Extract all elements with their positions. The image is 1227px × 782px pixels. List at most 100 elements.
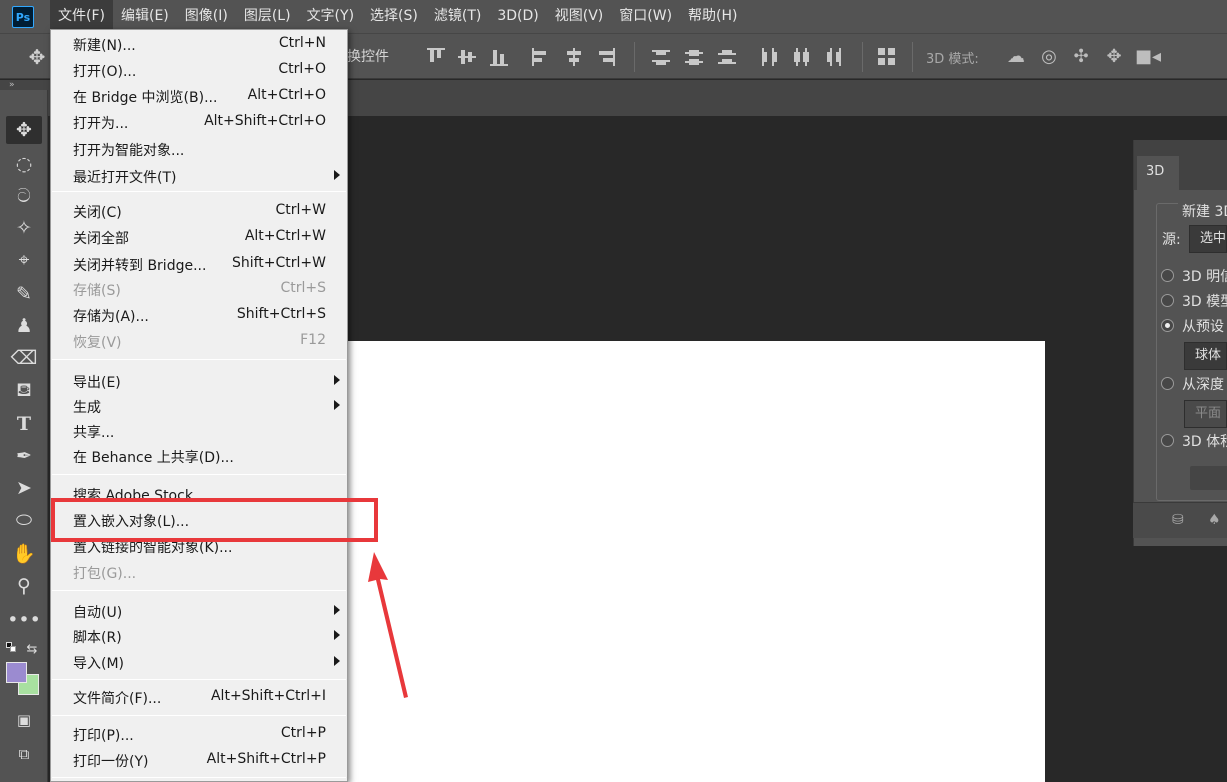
move-tool-preset-icon[interactable]: ✥ xyxy=(26,46,48,68)
depth-select[interactable]: 平面 xyxy=(1184,400,1227,428)
hand-tool-icon[interactable]: ✋ xyxy=(6,540,42,568)
submenu-arrow-icon xyxy=(334,605,340,615)
transform-controls-label[interactable]: 换控件 xyxy=(347,46,389,66)
menu-item-revert[interactable]: 恢复(V) F12 xyxy=(51,329,347,353)
menu-separator xyxy=(52,474,346,475)
path-selection-tool-icon[interactable]: ➤ xyxy=(6,474,42,502)
option-3d-model-radio[interactable] xyxy=(1161,294,1174,307)
default-colors-icon[interactable] xyxy=(6,642,16,652)
menu-separator xyxy=(52,191,346,192)
eyedropper-tool-icon[interactable]: ⌖ xyxy=(6,246,42,274)
menu-view[interactable]: 视图(V) xyxy=(547,0,612,33)
menu-item-close[interactable]: 关闭(C) Ctrl+W xyxy=(51,199,347,223)
option-3d-volume-radio[interactable] xyxy=(1161,434,1174,447)
menu-separator xyxy=(52,679,346,680)
align-left-icon[interactable] xyxy=(532,48,550,66)
new-3d-title: 新建 3D xyxy=(1178,201,1227,221)
menu-item-package[interactable]: 打包(G)... xyxy=(51,560,347,584)
menu-help[interactable]: 帮助(H) xyxy=(680,0,745,33)
menu-item-save-as[interactable]: 存储为(A)... Shift+Ctrl+S xyxy=(51,303,347,327)
menu-item-new[interactable]: 新建(N)... Ctrl+N xyxy=(51,32,347,56)
menu-item-share-behance[interactable]: 在 Behance 上共享(D)... xyxy=(51,444,347,468)
align-hcenter-icon[interactable] xyxy=(565,48,583,66)
align-top-icon[interactable] xyxy=(427,48,445,66)
menu-window[interactable]: 窗口(W) xyxy=(611,0,680,33)
menu-item-open-smart-object[interactable]: 打开为智能对象... xyxy=(51,137,347,161)
auto-align-icon[interactable] xyxy=(878,48,896,66)
swap-colors-icon[interactable]: ⇆ xyxy=(20,636,44,664)
scale-3d-icon[interactable]: ■◂ xyxy=(1135,46,1161,68)
brush-tool-icon[interactable]: ✎ xyxy=(6,280,42,308)
preset-select[interactable]: 球体 xyxy=(1184,342,1227,370)
menu-item-open[interactable]: 打开(O)... Ctrl+O xyxy=(51,58,347,82)
type-tool-icon[interactable]: T xyxy=(6,410,42,438)
menu-separator xyxy=(52,590,346,591)
option-3d-postcard-radio[interactable] xyxy=(1161,269,1174,282)
lasso-tool-icon[interactable]: ට xyxy=(6,182,42,210)
file-menu-dropdown: 新建(N)... Ctrl+N 打开(O)... Ctrl+O 在 Bridge 中… xyxy=(50,29,348,782)
distribute-vcenter-icon[interactable] xyxy=(685,48,703,66)
menu-item-export[interactable]: 导出(E) xyxy=(51,369,347,393)
document-canvas[interactable] xyxy=(340,341,1045,782)
marquee-tool-icon[interactable]: ◌ xyxy=(6,150,42,178)
align-bottom-icon[interactable] xyxy=(490,48,508,66)
ellipse-tool-icon[interactable]: ⬭ xyxy=(6,506,42,534)
source-label: 源: xyxy=(1162,232,1181,248)
orbit-3d-icon[interactable]: ☁ xyxy=(1005,46,1027,68)
collapse-toolbar-icon[interactable]: » xyxy=(9,80,15,90)
distribute-left-icon[interactable] xyxy=(760,48,778,66)
quick-mask-icon[interactable]: ▣ xyxy=(6,706,42,734)
menu-3d[interactable]: 3D(D) xyxy=(489,0,546,33)
paint-bucket-tool-icon[interactable]: ⛾ xyxy=(6,376,42,404)
slide-3d-icon[interactable]: ✥ xyxy=(1103,46,1125,68)
submenu-arrow-icon xyxy=(334,400,340,410)
menu-item-print-one-copy[interactable]: 打印一份(Y) Alt+Shift+Ctrl+P xyxy=(51,748,347,772)
tab-3d[interactable]: 3D xyxy=(1137,156,1179,190)
menu-item-generate[interactable]: 生成 xyxy=(51,394,347,418)
stamp-tool-icon[interactable]: ♟ xyxy=(6,312,42,340)
option-from-depth-radio[interactable] xyxy=(1161,377,1174,390)
distribute-bottom-icon[interactable] xyxy=(718,48,736,66)
menu-item-share[interactable]: 共享... xyxy=(51,419,347,443)
menu-item-close-all[interactable]: 关闭全部 Alt+Ctrl+W xyxy=(51,225,347,249)
menu-item-file-info[interactable]: 文件简介(F)... Alt+Shift+Ctrl+I xyxy=(51,685,347,709)
menu-item-import[interactable]: 导入(M) xyxy=(51,650,347,674)
submenu-arrow-icon xyxy=(334,170,340,180)
menu-item-scripts[interactable]: 脚本(R) xyxy=(51,624,347,648)
roll-3d-icon[interactable]: ◎ xyxy=(1038,46,1060,68)
option-3d-model-label: 3D 模型 xyxy=(1182,294,1227,310)
distribute-right-icon[interactable] xyxy=(825,48,843,66)
menu-item-print[interactable]: 打印(P)... Ctrl+P xyxy=(51,722,347,746)
menu-item-browse-bridge[interactable]: 在 Bridge 中浏览(B)... Alt+Ctrl+O xyxy=(51,84,347,108)
distribute-hcenter-icon[interactable] xyxy=(792,48,810,66)
menu-select[interactable]: 选择(S) xyxy=(362,0,426,33)
move-tool-icon[interactable]: ✥ xyxy=(6,116,42,144)
menu-item-recent-files[interactable]: 最近打开文件(T) xyxy=(51,164,347,188)
menu-filter[interactable]: 滤镜(T) xyxy=(426,0,489,33)
align-vcenter-icon[interactable] xyxy=(458,48,476,66)
light-filter-icon[interactable]: ♠ xyxy=(1208,512,1221,528)
foreground-color-swatch[interactable] xyxy=(6,662,27,683)
menu-item-open-as[interactable]: 打开为... Alt+Shift+Ctrl+O xyxy=(51,110,347,134)
eraser-tool-icon[interactable]: ⌫ xyxy=(6,344,42,372)
menu-item-close-go-bridge[interactable]: 关闭并转到 Bridge... Shift+Ctrl+W xyxy=(51,252,347,276)
scene-filter-icon[interactable]: ⛁ xyxy=(1172,512,1184,528)
pan-3d-icon[interactable]: ✣ xyxy=(1070,46,1092,68)
photoshop-logo[interactable]: Ps xyxy=(12,6,34,28)
option-from-depth-label: 从深度 xyxy=(1182,377,1224,393)
screen-mode-icon[interactable]: ⧉ xyxy=(6,740,42,768)
option-from-preset-radio[interactable] xyxy=(1161,319,1174,332)
menu-item-automate[interactable]: 自动(U) xyxy=(51,599,347,623)
submenu-arrow-icon xyxy=(334,630,340,640)
magic-wand-tool-icon[interactable]: ✧ xyxy=(6,214,42,242)
options-separator xyxy=(862,42,863,72)
source-select[interactable]: 选中 xyxy=(1189,225,1227,253)
more-tools-icon[interactable]: ••• xyxy=(6,606,42,634)
create-3d-button[interactable] xyxy=(1190,466,1227,490)
menu-item-save[interactable]: 存储(S) Ctrl+S xyxy=(51,277,347,301)
distribute-top-icon[interactable] xyxy=(652,48,670,66)
submenu-arrow-icon xyxy=(334,656,340,666)
pen-tool-icon[interactable]: ✒ xyxy=(6,442,42,470)
align-right-icon[interactable] xyxy=(597,48,615,66)
zoom-tool-icon[interactable]: ⚲ xyxy=(6,572,42,600)
